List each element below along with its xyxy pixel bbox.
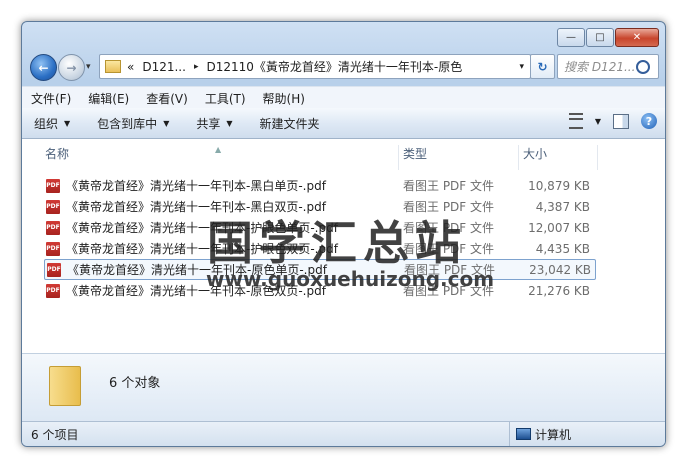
- file-size: 10,879 KB: [528, 178, 590, 193]
- file-row[interactable]: PDF 《黄帝龙首经》清光绪十一年刊本-护眼色双页-.pdf 看图王 PDF 文…: [44, 239, 594, 258]
- file-type: 看图王 PDF 文件: [404, 263, 496, 277]
- command-bar: 组织 ▼ 包含到库中 ▼ 共享 ▼ 新建文件夹 ▼ ?: [22, 108, 665, 139]
- file-name: 《黄帝龙首经》清光绪十一年刊本-护眼色双页-.pdf: [66, 242, 338, 256]
- file-row[interactable]: PDF 《黄帝龙首经》清光绪十一年刊本-黑白单页-.pdf 看图王 PDF 文件…: [44, 176, 594, 195]
- computer-label: 计算机: [535, 427, 572, 442]
- file-size: 23,042 KB: [529, 262, 591, 277]
- status-location: 计算机: [509, 422, 571, 446]
- details-pane: 6 个对象: [22, 353, 665, 422]
- chevron-down-icon: ▼: [64, 118, 71, 128]
- refresh-button[interactable]: ↻: [530, 54, 555, 79]
- address-segment-parent[interactable]: D121...: [142, 60, 186, 74]
- forward-button[interactable]: →: [58, 54, 85, 81]
- pdf-file-icon: PDF: [47, 262, 61, 277]
- search-box[interactable]: 搜索 D121...: [557, 54, 659, 79]
- pdf-file-icon: PDF: [46, 220, 60, 235]
- file-type: 看图王 PDF 文件: [403, 284, 495, 298]
- menu-bar: 文件(F) 编辑(E) 查看(V) 工具(T) 帮助(H): [22, 86, 665, 109]
- recent-pages-dropdown[interactable]: ▾: [86, 62, 91, 72]
- breadcrumb-separator-icon[interactable]: ▸: [194, 62, 199, 72]
- folder-icon: [49, 366, 81, 406]
- address-dropdown-icon[interactable]: ▾: [519, 62, 524, 72]
- menu-tools[interactable]: 工具(T): [196, 90, 254, 107]
- chevron-down-icon[interactable]: ▼: [595, 117, 601, 126]
- share-button[interactable]: 共享 ▼: [184, 115, 247, 132]
- caption-buttons: — □ ✕: [557, 28, 659, 47]
- explorer-window: — □ ✕ ← → ▾ « D121... ▸ D12110《黃帝龙首经》清光绪…: [21, 21, 666, 447]
- file-list: 名称 ▲ 类型 大小 PDF 《黄帝龙首经》清光绪十一年刊本-黑白单页-.pdf…: [22, 139, 665, 353]
- column-header: 名称 ▲ 类型 大小: [22, 139, 665, 170]
- pdf-file-icon: PDF: [46, 199, 60, 214]
- folder-icon: [105, 60, 121, 73]
- file-name: 《黄帝龙首经》清光绪十一年刊本-护眼色单页-.pdf: [66, 221, 338, 235]
- status-bar: 6 个项目 计算机: [22, 421, 665, 446]
- pdf-file-icon: PDF: [46, 178, 60, 193]
- file-type: 看图王 PDF 文件: [403, 200, 495, 214]
- file-name: 《黄帝龙首经》清光绪十一年刊本-原色双页-.pdf: [66, 284, 326, 298]
- column-type[interactable]: 类型: [403, 145, 427, 162]
- minimize-button[interactable]: —: [557, 28, 585, 47]
- file-row[interactable]: PDF 《黄帝龙首经》清光绪十一年刊本-原色双页-.pdf 看图王 PDF 文件…: [44, 281, 594, 300]
- menu-edit[interactable]: 编辑(E): [79, 90, 137, 107]
- close-button[interactable]: ✕: [615, 28, 659, 47]
- object-count: 6 个对象: [109, 376, 161, 391]
- new-folder-label: 新建文件夹: [259, 116, 320, 131]
- column-divider[interactable]: [398, 145, 399, 170]
- organize-label: 组织: [34, 116, 59, 131]
- pdf-file-icon: PDF: [46, 283, 60, 298]
- address-segment-current[interactable]: D12110《黃帝龙首经》清光绪十一年刊本-原色: [206, 58, 462, 75]
- menu-file[interactable]: 文件(F): [22, 90, 79, 107]
- menu-view[interactable]: 查看(V): [137, 90, 196, 107]
- include-label: 包含到库中: [97, 116, 158, 131]
- pdf-file-icon: PDF: [46, 241, 60, 256]
- chevron-down-icon: ▼: [163, 118, 170, 128]
- organize-button[interactable]: 组织 ▼: [22, 115, 85, 132]
- back-button[interactable]: ←: [30, 54, 57, 81]
- file-type: 看图王 PDF 文件: [403, 221, 495, 235]
- column-divider[interactable]: [518, 145, 519, 170]
- file-size: 21,276 KB: [528, 283, 590, 298]
- column-name[interactable]: 名称: [45, 145, 69, 162]
- file-name: 《黄帝龙首经》清光绪十一年刊本-原色单页-.pdf: [67, 263, 327, 277]
- file-type: 看图王 PDF 文件: [403, 179, 495, 193]
- chevron-down-icon: ▼: [226, 118, 233, 128]
- new-folder-button[interactable]: 新建文件夹: [248, 115, 335, 132]
- file-type: 看图王 PDF 文件: [403, 242, 495, 256]
- column-divider[interactable]: [597, 145, 598, 170]
- preview-pane-icon[interactable]: [613, 113, 629, 129]
- file-name: 《黄帝龙首经》清光绪十一年刊本-黑白双页-.pdf: [66, 200, 326, 214]
- item-count: 6 个项目: [31, 427, 79, 442]
- search-placeholder[interactable]: 搜索 D121...: [558, 58, 636, 75]
- sort-ascending-icon: ▲: [215, 145, 222, 154]
- address-overflow[interactable]: «: [127, 60, 134, 74]
- file-name: 《黄帝龙首经》清光绪十一年刊本-黑白单页-.pdf: [66, 179, 326, 193]
- file-size: 4,387 KB: [535, 199, 590, 214]
- view-controls: ▼ ?: [568, 113, 657, 129]
- computer-icon: [516, 428, 531, 440]
- file-size: 4,435 KB: [535, 241, 590, 256]
- file-row-selected[interactable]: PDF 《黄帝龙首经》清光绪十一年刊本-原色单页-.pdf 看图王 PDF 文件…: [44, 259, 596, 280]
- address-bar[interactable]: « D121... ▸ D12110《黃帝龙首经》清光绪十一年刊本-原色 ▾: [99, 54, 531, 79]
- file-size: 12,007 KB: [528, 220, 590, 235]
- share-label: 共享: [196, 116, 221, 131]
- include-in-library-button[interactable]: 包含到库中 ▼: [85, 115, 184, 132]
- help-icon[interactable]: ?: [641, 113, 657, 129]
- view-options-icon[interactable]: [568, 113, 583, 129]
- file-row[interactable]: PDF 《黄帝龙首经》清光绪十一年刊本-黑白双页-.pdf 看图王 PDF 文件…: [44, 197, 594, 216]
- file-row[interactable]: PDF 《黄帝龙首经》清光绪十一年刊本-护眼色单页-.pdf 看图王 PDF 文…: [44, 218, 594, 237]
- menu-help[interactable]: 帮助(H): [254, 90, 313, 107]
- search-icon[interactable]: [636, 59, 650, 74]
- maximize-button[interactable]: □: [586, 28, 614, 47]
- column-size[interactable]: 大小: [523, 145, 547, 162]
